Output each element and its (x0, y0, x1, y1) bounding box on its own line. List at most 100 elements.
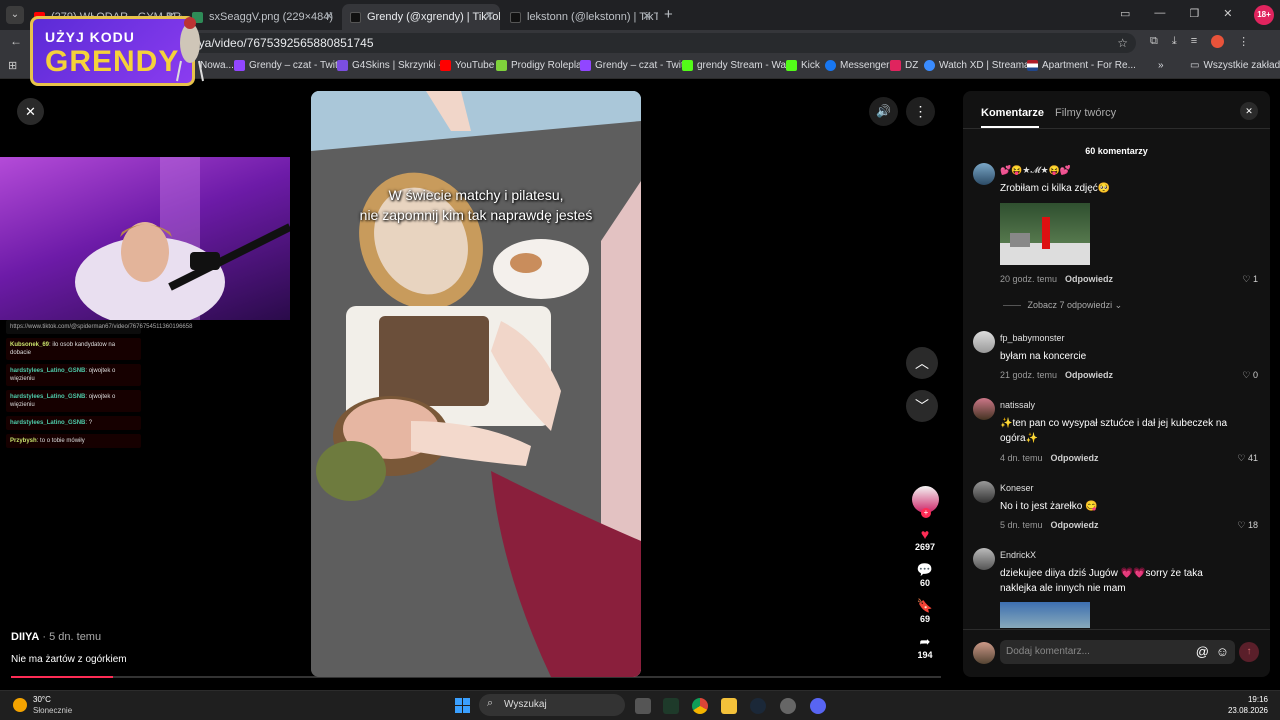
messenger-icon (825, 60, 836, 71)
comment-button[interactable]: 💬 60 (906, 562, 944, 588)
comment-user[interactable]: fp_babymonster (1000, 333, 1065, 343)
bookmark-star-icon[interactable]: ☆ (1117, 33, 1128, 53)
bookmarks-more[interactable]: » (1158, 60, 1164, 71)
comment-user[interactable]: natissaly (1000, 400, 1035, 410)
reply-button[interactable]: Odpowiedz (1051, 520, 1099, 530)
media-icon[interactable]: ≡ (1191, 35, 1197, 48)
g4skins-icon (337, 60, 348, 71)
new-tab-button[interactable]: + (664, 6, 673, 23)
avatar[interactable] (973, 331, 995, 353)
app-icon[interactable] (780, 698, 796, 714)
share-button[interactable]: ➦ 194 (906, 634, 944, 660)
all-bookmarks[interactable]: ▭ Wszystkie zakładki (1190, 60, 1280, 71)
post-comment-button[interactable]: ↑ (1239, 642, 1259, 662)
comment-photo[interactable] (1000, 602, 1090, 628)
chat-message: hardstylees_Latino_GSNB: ? (6, 416, 141, 430)
avatar[interactable] (973, 548, 995, 570)
apps-icon[interactable]: ⊞ (8, 59, 17, 72)
comment-like[interactable]: ♡ 0 (1242, 370, 1258, 381)
reply-button[interactable]: Odpowiedz (1051, 453, 1099, 463)
tab-search-button[interactable]: ⌄ (6, 6, 24, 24)
bookmark-item[interactable]: Kick (786, 60, 820, 71)
webcam-overlay (0, 157, 290, 320)
file-explorer-icon[interactable] (721, 698, 737, 714)
comment-like[interactable]: ♡ 18 (1237, 520, 1258, 531)
weather-icon[interactable] (13, 698, 27, 712)
profile-avatar[interactable] (1211, 35, 1225, 48)
reply-button[interactable]: Odpowiedz (1065, 274, 1113, 284)
avatar[interactable] (973, 398, 995, 420)
task-view-icon[interactable] (635, 698, 651, 714)
bookmark-item[interactable]: Grendy – czat - Twit... (234, 60, 346, 71)
bookmark-item[interactable]: DZ (890, 60, 918, 71)
comment-input[interactable]: Dodaj komentarz... @ ☺ (1000, 640, 1235, 664)
more-options-button[interactable]: ⋮ (906, 97, 935, 126)
close-panel-button[interactable]: ✕ (1240, 102, 1258, 120)
minimize-icon[interactable]: — (1154, 7, 1165, 20)
comment-like[interactable]: ♡ 41 (1237, 453, 1258, 464)
bookmark-item[interactable]: Apartment - For Re... (1027, 60, 1136, 71)
download-icon[interactable]: ⤓ (1172, 35, 1177, 48)
green-app-icon[interactable] (663, 698, 679, 714)
maximize-icon[interactable]: ❐ (1189, 7, 1199, 20)
bookmark-item[interactable]: Prodigy Roleplay (496, 60, 587, 71)
taskbar: 30°C Słonecznie ⌕ Wyszukaj 19:16 23.08.2… (0, 690, 1280, 720)
menu-icon[interactable]: ⋮ (1238, 35, 1249, 48)
tab-creator-videos[interactable]: Filmy twórcy (1055, 107, 1116, 119)
video-player[interactable]: W świecie matchy i pilatesu, nie zapomni… (311, 91, 641, 677)
save-button[interactable]: 🔖 69 (906, 598, 944, 624)
tab-image[interactable]: sxSeaggV.png (229×484) ✕ (184, 4, 340, 30)
volume-button[interactable]: 🔊 (869, 97, 898, 126)
cast-icon[interactable]: ▭ (1120, 7, 1130, 20)
emoji-icon[interactable]: ☺ (1216, 644, 1229, 659)
input-divider (963, 629, 1270, 630)
bookmark-item[interactable]: Messenger (825, 60, 889, 71)
comment-user[interactable]: Koneser (1000, 483, 1034, 493)
previous-video-button[interactable]: ︿ (906, 347, 938, 379)
close-tab-icon[interactable]: ✕ (324, 9, 334, 23)
address-bar[interactable]: iya/video/7675392565880851745 ☆ (188, 33, 1136, 53)
avatar[interactable] (973, 163, 995, 185)
steam-icon[interactable] (750, 698, 766, 714)
comment-user[interactable]: 💕😝★𝓜★😝💕 (1000, 165, 1071, 176)
window-controls: ▭ — ❐ ✕ (1120, 7, 1233, 20)
tab-tiktok-lekstonn[interactable]: lekstonn (@lekstonn) | TikTok ✕ (502, 4, 658, 30)
taskbar-search[interactable]: ⌕ Wyszukaj (479, 694, 625, 716)
tiktok-icon (510, 11, 521, 23)
view-replies-button[interactable]: Zobacz 7 odpowiedzi ⌄ (1003, 300, 1122, 311)
mention-icon[interactable]: @ (1196, 644, 1209, 659)
like-count: 2697 (914, 542, 936, 552)
close-tab-icon[interactable]: ✕ (642, 9, 652, 23)
bookmark-item[interactable]: G4Skins | Skrzynki -... (337, 60, 450, 71)
bookmark-item[interactable]: grendy Stream - Wa... (682, 60, 794, 71)
twitch-icon (580, 60, 591, 71)
comment-like[interactable]: ♡ 1 (1242, 274, 1258, 285)
extensions-icon[interactable]: ⧉ (1150, 35, 1158, 48)
tab-comments[interactable]: Komentarze (981, 107, 1044, 119)
bookmark-item[interactable]: YouTube (440, 60, 494, 71)
follow-plus-icon[interactable]: + (921, 508, 931, 518)
progress-fill (11, 676, 114, 678)
close-video-button[interactable]: ✕ (17, 98, 44, 125)
tab-tiktok-grendy[interactable]: Grendy (@xgrendy) | TikTok ✕ (342, 4, 500, 30)
comments-count: 60 komentarzy (1085, 146, 1148, 156)
next-video-button[interactable]: ﹀ (906, 390, 938, 422)
comment-photo[interactable] (1000, 203, 1090, 265)
start-button[interactable] (455, 698, 470, 713)
reply-button[interactable]: Odpowiedz (1065, 370, 1113, 380)
tiktok-icon (350, 11, 361, 23)
comment-user[interactable]: EndrickX (1000, 550, 1036, 560)
discord-icon[interactable] (810, 698, 826, 714)
chrome-icon[interactable] (692, 698, 708, 714)
video-frame (311, 91, 641, 677)
video-author[interactable]: DIIYA (11, 631, 39, 643)
like-button[interactable]: ♥ 2697 (906, 526, 944, 552)
bookmark-item[interactable]: Grendy – czat - Twit... (580, 60, 692, 71)
bookmark-item[interactable]: Watch XD | Streama... (924, 60, 1038, 71)
close-window-icon[interactable]: ✕ (1223, 7, 1232, 20)
avatar[interactable] (973, 481, 995, 503)
back-icon[interactable]: ← (10, 34, 22, 48)
comment-text: ✨ten pan co wysypał sztućce i dał jej ku… (1000, 418, 1228, 444)
comment-meta: 5 dn. temu Odpowiedz (1000, 520, 1099, 530)
close-tab-icon[interactable]: ✕ (484, 9, 494, 23)
